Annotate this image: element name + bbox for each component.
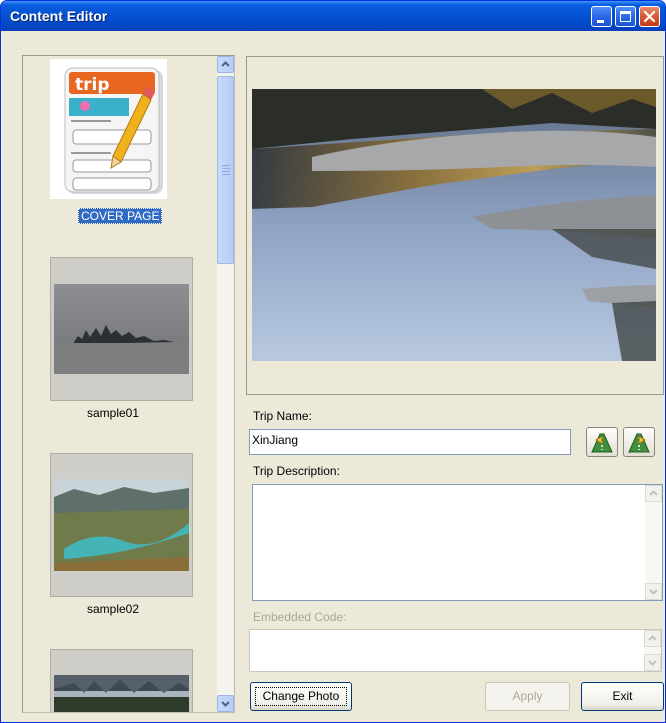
chevron-down-icon	[649, 589, 658, 595]
grip-line	[222, 165, 230, 166]
embedded-code-field[interactable]	[249, 629, 662, 672]
minimize-button[interactable]	[591, 6, 612, 27]
exit-button[interactable]: Exit	[581, 682, 664, 711]
photo-preview	[246, 56, 664, 395]
move-right-icon	[628, 433, 650, 453]
grip-line	[222, 168, 230, 169]
title-bar[interactable]: Content Editor	[1, 1, 665, 31]
trip-name-field[interactable]: XinJiang	[249, 429, 571, 455]
apply-label: Apply	[512, 689, 543, 703]
trip-description-label: Trip Description:	[253, 464, 340, 478]
scroll-up-button[interactable]	[644, 630, 661, 647]
list-item-label: COVER PAGE	[78, 208, 163, 224]
apply-button[interactable]: Apply	[485, 682, 570, 711]
content-editor-window: Content Editor trip COVER PAGE sample01 …	[0, 0, 666, 723]
close-icon	[643, 10, 656, 23]
chevron-down-icon	[648, 660, 657, 666]
maximize-icon	[620, 11, 631, 22]
trip-description-field[interactable]	[252, 484, 663, 601]
trip-name-label: Trip Name:	[253, 409, 312, 423]
grip-line	[222, 174, 230, 175]
chevron-up-icon	[221, 61, 230, 67]
window-title: Content Editor	[10, 8, 108, 24]
embedded-code-scrollbar[interactable]	[644, 630, 661, 671]
page-list[interactable]: trip COVER PAGE sample01 sample02	[22, 55, 235, 713]
cover-thumbnail: trip	[50, 59, 167, 199]
minimize-icon	[597, 20, 604, 23]
sample01-photo	[54, 284, 189, 374]
maximize-button[interactable]	[615, 6, 636, 27]
scroll-down-button[interactable]	[645, 583, 662, 600]
trip-cover-icon: trip	[64, 67, 163, 194]
grip-line	[222, 171, 230, 172]
exit-label: Exit	[612, 689, 633, 703]
focus-ring	[255, 687, 347, 706]
chevron-up-icon	[649, 490, 658, 496]
sample02-thumbnail	[50, 453, 193, 597]
list-scrollbar[interactable]	[217, 56, 234, 712]
scroll-up-button[interactable]	[217, 56, 234, 73]
sample03-thumbnail	[50, 649, 193, 712]
scroll-down-button[interactable]	[217, 695, 234, 712]
change-photo-button[interactable]: Change Photo	[250, 682, 352, 711]
move-right-button[interactable]	[623, 427, 655, 457]
scroll-thumb[interactable]	[217, 76, 234, 264]
scroll-up-button[interactable]	[645, 485, 662, 502]
preview-photo	[252, 89, 656, 361]
chevron-up-icon	[648, 635, 657, 641]
scroll-down-button[interactable]	[644, 654, 661, 671]
move-left-button[interactable]	[586, 427, 618, 457]
chevron-down-icon	[221, 701, 230, 707]
move-left-icon	[591, 433, 613, 453]
list-item-label: sample01	[86, 406, 140, 420]
list-item-label: sample02	[86, 602, 140, 616]
sample02-photo	[54, 479, 189, 571]
sample03-photo	[54, 675, 189, 712]
description-scrollbar[interactable]	[645, 485, 662, 600]
embedded-code-label: Embedded Code:	[253, 610, 347, 624]
close-button[interactable]	[639, 6, 660, 27]
cover-icon-text: trip	[75, 75, 110, 95]
sample01-thumbnail	[50, 257, 193, 401]
